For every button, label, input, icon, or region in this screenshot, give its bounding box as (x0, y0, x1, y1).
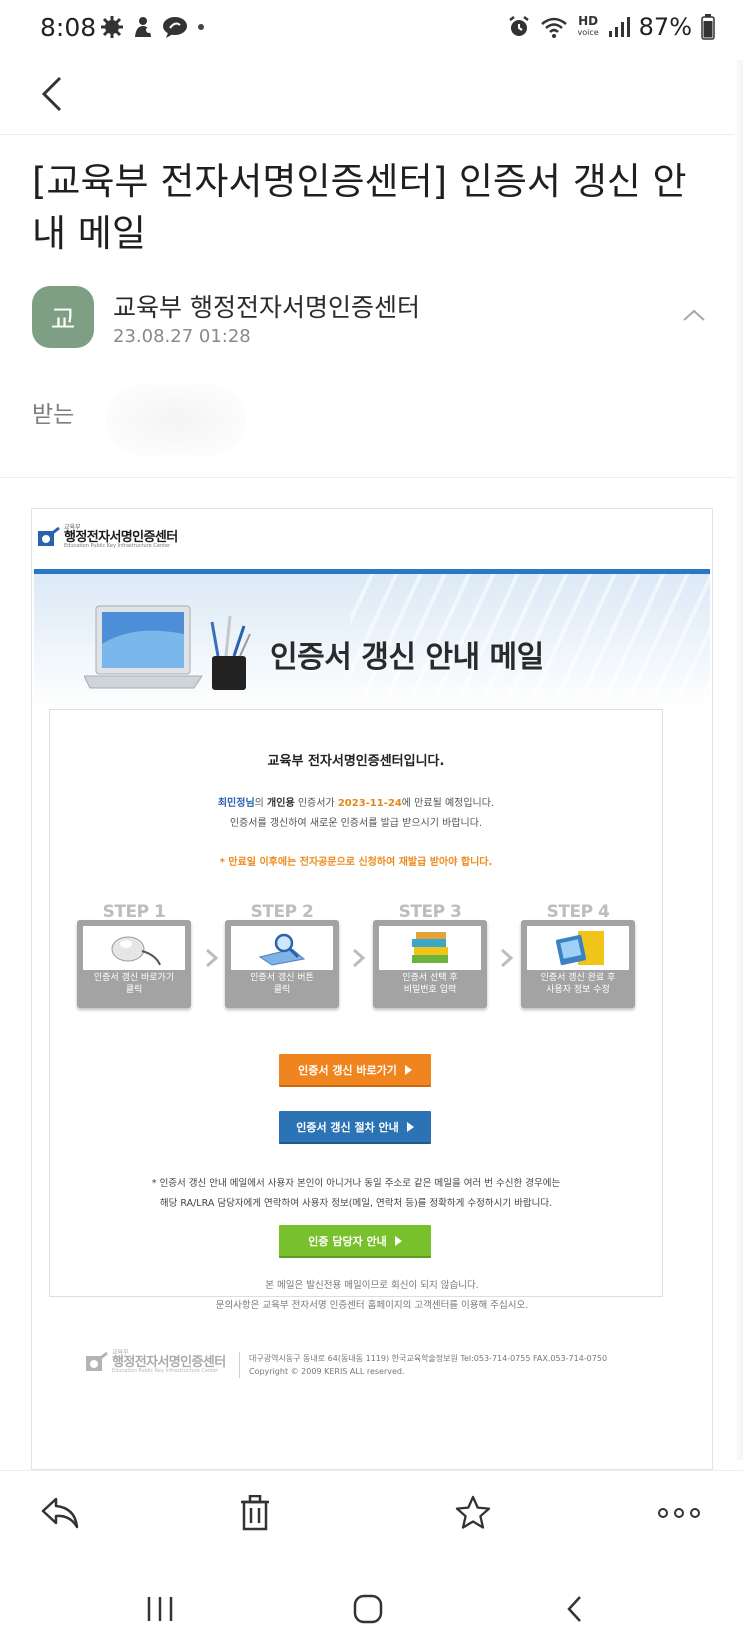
sender-name[interactable]: 교육부 행정전자서명인증센터 (113, 288, 420, 324)
mail-action-toolbar (0, 1470, 743, 1554)
contact-manager-button[interactable]: 인증 담당자 안내 (279, 1225, 431, 1258)
mail-subject: [교육부 전자서명인증센터] 인증서 갱신 안내 메일 (32, 160, 687, 255)
laptop-illustration-icon (84, 605, 251, 690)
step-list: STEP 1 인증서 갱신 바로가기 클릭 STEP 2 인증서 갱신 버튼 클릭 … (77, 902, 637, 1012)
notification-icons (100, 14, 206, 40)
star-icon (455, 1495, 491, 1529)
reply-button[interactable] (36, 1489, 84, 1537)
step-2: STEP 2 인증서 갱신 버튼 클릭 (225, 902, 339, 1010)
email-body: 교육부 행정전자서명인증센터 Education Public Key Infr… (31, 508, 713, 1470)
renew-instruction: 인증서를 갱신하여 새로운 인증서를 발급 받으시기 바랍니다. (229, 818, 483, 829)
magnifier-icon (258, 933, 306, 966)
collapse-details-button[interactable] (676, 300, 712, 330)
step-arrow-icon (353, 948, 366, 968)
recipient-redacted (106, 384, 246, 456)
gear-notification-icon (101, 16, 123, 38)
back-icon (567, 1596, 581, 1622)
renew-guide-button[interactable]: 인증서 갱신 절차 안내 (279, 1111, 431, 1144)
system-icons: HD voice 87% (507, 12, 715, 42)
banner-title: 인증서 갱신 안내 메일 (270, 640, 544, 675)
footer-noreply: 본 메일은 발신전용 메일이므로 회신이 되지 않습니다. (265, 1280, 479, 1291)
scroll-track[interactable] (734, 60, 743, 1460)
more-options-button[interactable] (655, 1489, 703, 1537)
signal-icon (608, 17, 630, 37)
back-button[interactable] (30, 72, 74, 116)
trash-icon (241, 1495, 269, 1531)
recipient-label: 받는 (32, 402, 75, 428)
note-line-2: 해당 RA/LRA 담당자에게 연락하여 사용자 정보(메일, 연락처 등)를 … (159, 1198, 553, 1209)
center-logo: 교육부 행정전자서명인증센터 Education Public Key Infr… (38, 524, 178, 550)
step-1: STEP 1 인증서 갱신 바로가기 클릭 (77, 902, 191, 1010)
speech-notification-icon (163, 17, 187, 38)
expiry-notice: 최민정님의 개인용 인증서가 2023-11-24에 만료될 예정입니다. (217, 798, 495, 809)
more-horizontal-icon (658, 1508, 700, 1518)
home-icon (353, 1594, 383, 1624)
alarm-icon (509, 16, 530, 36)
status-time: 8:08 (40, 13, 97, 42)
system-back-button[interactable] (550, 1584, 600, 1634)
recent-apps-icon (147, 1597, 173, 1621)
logo-mark-icon (86, 1352, 108, 1371)
status-bar: 8:08 HD voice 87% (0, 0, 743, 56)
logo-mark-icon (38, 527, 60, 546)
character-notification-icon (135, 17, 152, 37)
play-arrow-icon (404, 1064, 412, 1075)
star-button[interactable] (449, 1489, 497, 1537)
header-divider (0, 134, 743, 135)
chevron-left-icon (41, 76, 62, 112)
wifi-icon (541, 17, 568, 38)
warning-text: * 만료일 이후에는 전자공문으로 신청하여 재발급 받아야 합니다. (219, 857, 493, 868)
mail-date: 23.08.27 01:28 (113, 326, 251, 347)
notice-box: 교육부 전자서명인증센터입니다. 최민정님의 개인용 인증서가 2023-11-… (49, 709, 663, 1297)
play-arrow-icon (406, 1121, 414, 1132)
reply-icon (41, 1497, 79, 1529)
delete-button[interactable] (231, 1489, 279, 1537)
battery-icon (701, 14, 715, 40)
hd-voice-icon: HD voice (577, 14, 599, 37)
intro-title: 교육부 전자서명인증센터입니다. (267, 754, 445, 769)
note-line-1: * 인증서 갱신 안내 메일에서 사용자 본인이 아니거나 동일 주소로 같은 … (151, 1178, 561, 1189)
tablet-icon (555, 931, 604, 966)
footer-separator (239, 1352, 240, 1378)
footer-address: 대구광역시동구 동내로 64(동내동 1119) 한국교육학술정보원 Tel:0… (249, 1354, 608, 1376)
home-button[interactable] (343, 1584, 393, 1634)
step-3: STEP 3 인증서 선택 후 비밀번호 입력 (373, 902, 487, 1010)
more-dot-icon (198, 24, 204, 30)
system-navigation-bar (0, 1570, 743, 1650)
step-4: STEP 4 인증서 갱신 완료 후 사용자 정보 수정 (521, 902, 635, 1010)
mouse-icon (111, 936, 161, 966)
play-arrow-icon (394, 1235, 402, 1246)
step-arrow-icon (501, 948, 514, 968)
books-icon (412, 932, 448, 963)
renew-shortcut-button[interactable]: 인증서 갱신 바로가기 (279, 1054, 431, 1087)
step-arrow-icon (206, 948, 219, 968)
chevron-up-icon (683, 309, 705, 321)
recent-apps-button[interactable] (135, 1584, 185, 1634)
body-divider (0, 477, 743, 478)
banner: 인증서 갱신 안내 메일 (34, 574, 710, 709)
footer-inquiry: 문의사항은 교육부 전자서명 인증센터 홈페이지의 고객센터를 이용해 주십시오… (215, 1300, 529, 1311)
sender-avatar[interactable]: 교 (32, 286, 94, 348)
footer-logo: 교육부 행정전자서명인증센터 Education Public Key Infr… (86, 1350, 226, 1374)
battery-percent: 87% (638, 13, 692, 41)
